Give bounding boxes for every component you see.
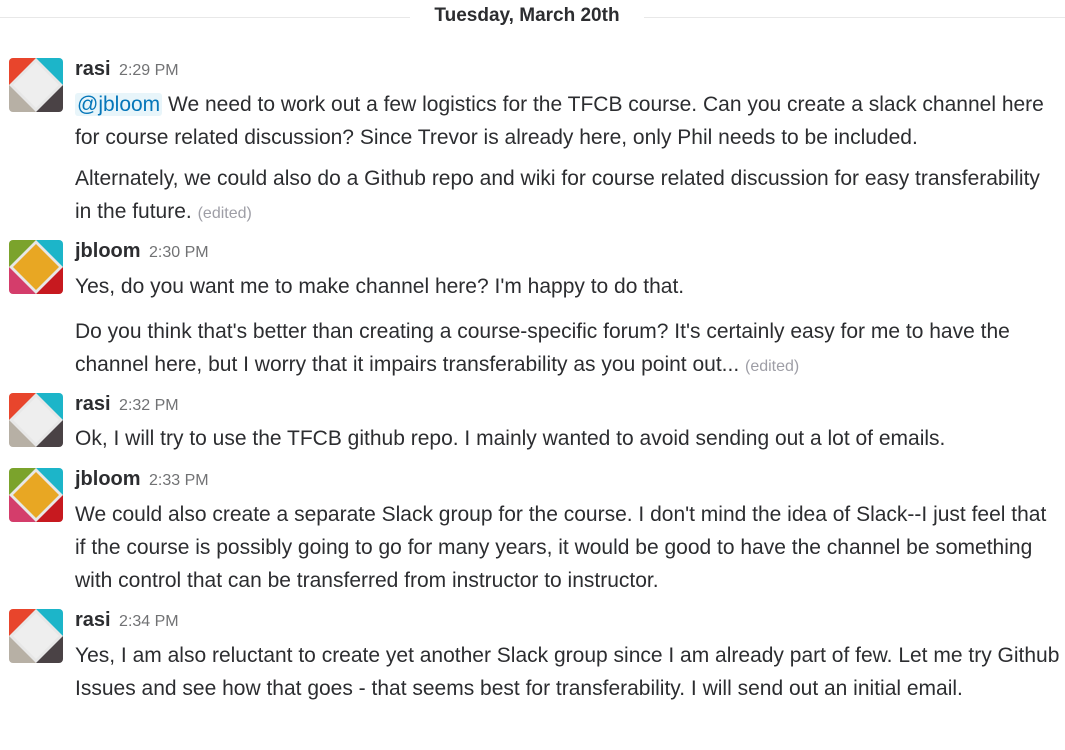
avatar-rasi[interactable] — [9, 393, 63, 447]
timestamp[interactable]: 2:34 PM — [119, 613, 179, 630]
identicon-avatar-icon — [9, 393, 63, 447]
message-header: rasi 2:34 PM — [75, 609, 179, 635]
author-name[interactable]: rasi — [75, 58, 111, 80]
message-body: Ok, I will try to use the TFCB github re… — [75, 427, 946, 450]
edited-label: (edited) — [745, 358, 800, 375]
author-name[interactable]: jbloom — [75, 468, 141, 490]
message-body: We need to work out a few logistics for … — [75, 93, 1044, 149]
message-text: Yes, do you want me to make channel here… — [75, 270, 1060, 303]
message: jbloom 2:33 PM We could also create a se… — [0, 466, 1065, 598]
message: rasi 2:29 PM @jbloom We need to work out… — [0, 56, 1065, 226]
message-text: Ok, I will try to use the TFCB github re… — [75, 422, 1060, 455]
identicon-avatar-icon — [9, 58, 63, 112]
timestamp[interactable]: 2:30 PM — [149, 244, 209, 261]
message-body: Yes, I am also reluctant to create yet a… — [75, 644, 1060, 700]
message-header: jbloom 2:33 PM — [75, 468, 209, 494]
divider-line-left — [0, 17, 410, 18]
message: rasi 2:32 PM Ok, I will try to use the T… — [0, 391, 1065, 459]
avatar-jbloom[interactable] — [9, 240, 63, 294]
timestamp[interactable]: 2:33 PM — [149, 472, 209, 489]
author-name[interactable]: rasi — [75, 393, 111, 415]
message-text: Do you think that's better than creating… — [75, 315, 1060, 383]
identicon-avatar-icon — [9, 468, 63, 522]
identicon-avatar-icon — [9, 240, 63, 294]
message-body: Yes, do you want me to make channel here… — [75, 275, 685, 298]
message-text: Alternately, we could also do a Github r… — [75, 162, 1060, 230]
identicon-avatar-icon — [9, 609, 63, 663]
day-divider: Tuesday, March 20th — [0, 0, 1065, 36]
timestamp[interactable]: 2:29 PM — [119, 62, 179, 79]
message-body: Do you think that's better than creating… — [75, 320, 1010, 376]
avatar-jbloom[interactable] — [9, 468, 63, 522]
message-header: rasi 2:29 PM — [75, 58, 179, 84]
message-text: We could also create a separate Slack gr… — [75, 498, 1060, 597]
avatar-rasi[interactable] — [9, 609, 63, 663]
timestamp[interactable]: 2:32 PM — [119, 397, 179, 414]
message-body: We could also create a separate Slack gr… — [75, 503, 1047, 592]
message-text: @jbloom We need to work out a few logist… — [75, 88, 1060, 154]
avatar-rasi[interactable] — [9, 58, 63, 112]
message-text: Yes, I am also reluctant to create yet a… — [75, 639, 1060, 705]
author-name[interactable]: jbloom — [75, 240, 141, 262]
user-mention[interactable]: @jbloom — [75, 93, 163, 116]
divider-line-right — [644, 17, 1065, 18]
message-header: jbloom 2:30 PM — [75, 240, 209, 266]
edited-label: (edited) — [197, 205, 252, 222]
message-header: rasi 2:32 PM — [75, 393, 179, 419]
author-name[interactable]: rasi — [75, 609, 111, 631]
day-divider-label[interactable]: Tuesday, March 20th — [410, 5, 644, 27]
message: rasi 2:34 PM Yes, I am also reluctant to… — [0, 607, 1065, 747]
message: jbloom 2:30 PM Yes, do you want me to ma… — [0, 238, 1065, 383]
